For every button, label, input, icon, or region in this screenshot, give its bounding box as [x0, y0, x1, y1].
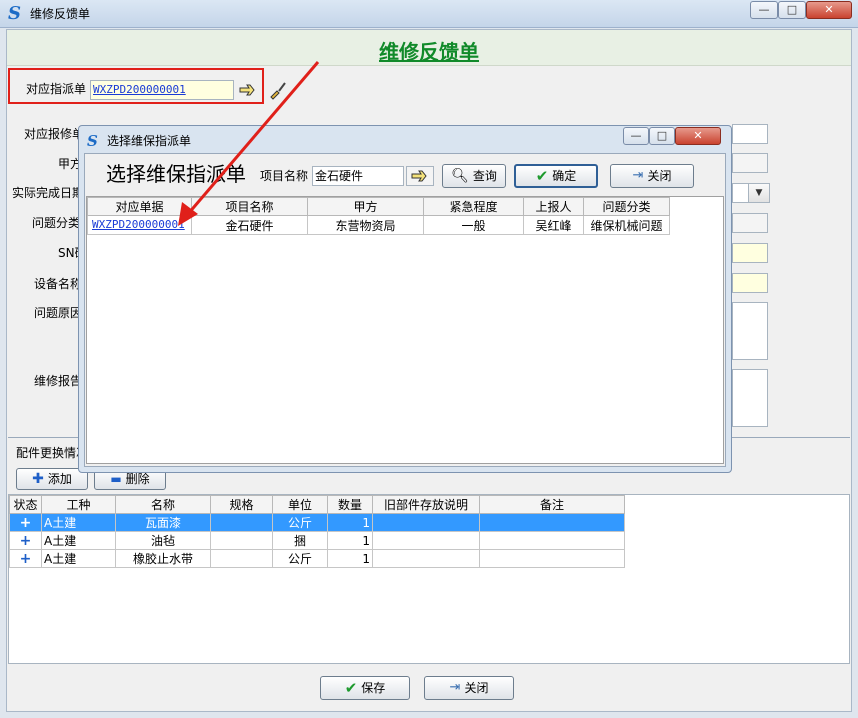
maximize-button[interactable]: □	[778, 1, 806, 19]
col-status[interactable]: 状态	[9, 495, 42, 514]
dialog-maximize-button[interactable]: □	[649, 127, 675, 145]
col-party[interactable]: 甲方	[307, 197, 424, 216]
form-close-button[interactable]: ⇥ 关闭	[424, 676, 514, 700]
dispatch-header-row: 对应单据 项目名称 甲方 紧急程度 上报人 问题分类	[87, 197, 670, 216]
table-row[interactable]: + A土建 油毡 捆 1	[9, 531, 625, 550]
add-button[interactable]: ✚ 添加	[16, 468, 88, 490]
project-pointer-button[interactable]	[406, 166, 434, 186]
parts-header-row: 状态 工种 名称 规格 单位 数量 旧部件存放说明 备注	[9, 495, 625, 514]
col-qty[interactable]: 数量	[327, 495, 373, 514]
col-project[interactable]: 项目名称	[191, 197, 308, 216]
party-field[interactable]	[732, 153, 768, 173]
dispatch-field[interactable]: WXZPD200000001	[90, 80, 234, 100]
parts-table: 状态 工种 名称 规格 单位 数量 旧部件存放说明 备注 + A土建 瓦面漆 公…	[9, 495, 625, 568]
dialog-close-x-button[interactable]: ✕	[675, 127, 721, 145]
col-type[interactable]: 工种	[41, 495, 116, 514]
col-unit[interactable]: 单位	[272, 495, 328, 514]
parts-grid: 状态 工种 名称 规格 单位 数量 旧部件存放说明 备注 + A土建 瓦面漆 公…	[8, 494, 850, 664]
device-label: 设备名称	[34, 277, 83, 291]
magnifier-icon: 🔍︎	[451, 168, 469, 184]
confirm-button[interactable]: ✔ 确定	[514, 164, 598, 188]
sn-field[interactable]	[732, 243, 768, 263]
project-value: 金石硬件	[315, 169, 364, 183]
new-row-icon: +	[19, 514, 32, 531]
window-title: 维修反馈单	[30, 7, 91, 21]
dialog-title: 选择维保指派单	[107, 134, 192, 148]
dispatch-doc-link[interactable]: WXZPD200000001	[90, 218, 185, 231]
project-field[interactable]: 金石硬件	[312, 166, 404, 186]
dialog-logo-icon: S	[87, 132, 98, 150]
report-label: 维修报告	[34, 374, 83, 388]
minimize-button[interactable]: —	[750, 1, 778, 19]
finish-date-dropdown[interactable]: ▼	[748, 183, 770, 203]
plus-icon: ✚	[32, 471, 44, 487]
dispatch-table: 对应单据 项目名称 甲方 紧急程度 上报人 问题分类 WXZPD20000000…	[87, 197, 670, 235]
check-icon: ✔	[535, 167, 549, 185]
window-titlebar: S 维修反馈单 — □ ✕	[0, 0, 858, 28]
dispatch-grid: 对应单据 项目名称 甲方 紧急程度 上报人 问题分类 WXZPD20000000…	[86, 196, 724, 464]
col-reporter[interactable]: 上报人	[523, 197, 584, 216]
category-label: 问题分类	[32, 216, 81, 230]
col-old[interactable]: 旧部件存放说明	[372, 495, 480, 514]
cause-textarea[interactable]	[732, 302, 768, 360]
close-window-button[interactable]: ✕	[806, 1, 852, 19]
report-textarea[interactable]	[732, 369, 768, 427]
table-row[interactable]: + A土建 瓦面漆 公斤 1	[9, 513, 625, 532]
select-pointer-icon[interactable]	[238, 82, 258, 98]
col-category[interactable]: 问题分类	[583, 197, 670, 216]
cause-label: 问题原因	[34, 306, 83, 320]
finish-date-label: 实际完成日期	[12, 186, 85, 200]
col-spec[interactable]: 规格	[210, 495, 273, 514]
dialog-close-button[interactable]: ⇥ 关闭	[610, 164, 694, 188]
dialog-minimize-button[interactable]: —	[623, 127, 649, 145]
clear-brush-icon[interactable]	[268, 80, 288, 100]
dispatch-label: 对应指派单	[26, 82, 87, 96]
exit-door-icon: ⇥	[632, 168, 644, 183]
device-field[interactable]	[732, 273, 768, 293]
app-logo-icon: S	[8, 3, 21, 24]
dispatch-value[interactable]: WXZPD200000001	[91, 83, 186, 96]
exit-door-icon: ⇥	[449, 680, 461, 695]
form-header: 维修反馈单	[7, 30, 851, 66]
col-note[interactable]: 备注	[479, 495, 625, 514]
new-row-icon: +	[19, 550, 32, 567]
col-doc[interactable]: 对应单据	[87, 197, 192, 216]
col-name[interactable]: 名称	[115, 495, 211, 514]
check-icon: ✔	[344, 679, 358, 697]
save-button[interactable]: ✔ 保存	[320, 676, 410, 700]
repair-label: 对应报修单	[24, 127, 85, 141]
form-title: 维修反馈单	[379, 40, 479, 64]
new-row-icon: +	[19, 532, 32, 549]
category-field[interactable]	[732, 213, 768, 233]
repair-field[interactable]	[732, 124, 768, 144]
table-row[interactable]: WXZPD200000001 金石硬件 东营物资局 一般 吴红峰 维保机械问题	[87, 215, 670, 235]
project-label: 项目名称	[260, 169, 309, 183]
query-button[interactable]: 🔍︎ 查询	[442, 164, 506, 188]
col-urgency[interactable]: 紧急程度	[423, 197, 524, 216]
table-row[interactable]: + A土建 橡胶止水带 公斤 1	[9, 549, 625, 568]
dialog-heading: 选择维保指派单	[106, 162, 246, 186]
